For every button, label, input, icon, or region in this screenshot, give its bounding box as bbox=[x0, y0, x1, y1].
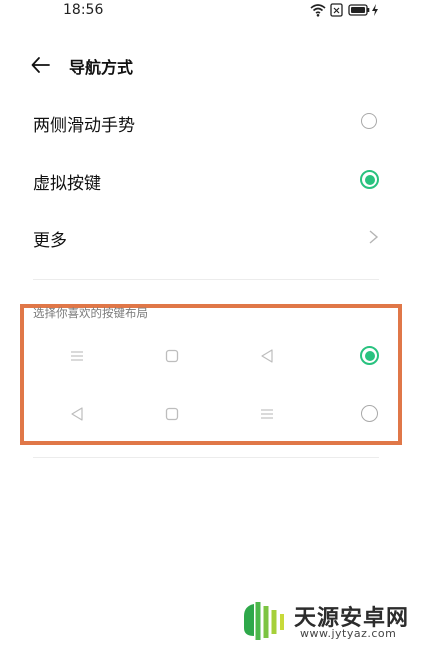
radio-unselected[interactable] bbox=[361, 405, 378, 422]
back-triangle-icon bbox=[68, 405, 86, 423]
page-header: 导航方式 bbox=[0, 48, 429, 84]
menu-icon bbox=[258, 405, 276, 423]
divider bbox=[33, 457, 379, 458]
layout-section-label: 选择你喜欢的按键布局 bbox=[33, 306, 148, 320]
divider bbox=[33, 279, 379, 280]
radio-selected[interactable] bbox=[360, 170, 379, 189]
watermark: 天源安卓网 www.jytyaz.com bbox=[238, 600, 424, 644]
android-logo-icon bbox=[244, 602, 284, 640]
charging-icon bbox=[372, 4, 378, 16]
status-bar: 18:56 bbox=[0, 0, 429, 26]
radio-selected[interactable] bbox=[360, 346, 379, 365]
radio-unselected[interactable] bbox=[361, 113, 377, 129]
status-time: 18:56 bbox=[63, 2, 104, 18]
option-virtual-keys[interactable]: 虚拟按键 bbox=[0, 160, 429, 200]
back-arrow-icon[interactable] bbox=[30, 54, 52, 76]
sim-icon bbox=[330, 3, 343, 17]
back-triangle-icon bbox=[258, 347, 276, 365]
home-square-icon bbox=[163, 405, 181, 423]
option-label: 两侧滑动手势 bbox=[33, 116, 135, 136]
option-swipe-gestures[interactable]: 两侧滑动手势 bbox=[0, 102, 429, 142]
watermark-url: www.jytyaz.com bbox=[300, 627, 397, 640]
home-square-icon bbox=[163, 347, 181, 365]
option-label: 虚拟按键 bbox=[33, 174, 101, 194]
option-label: 更多 bbox=[33, 231, 67, 251]
wifi-icon bbox=[310, 4, 326, 17]
menu-icon bbox=[68, 347, 86, 365]
layout-option-2[interactable] bbox=[0, 399, 429, 429]
battery-icon bbox=[348, 4, 370, 16]
chevron-right-icon bbox=[369, 230, 379, 244]
layout-option-1[interactable] bbox=[0, 341, 429, 371]
option-more[interactable]: 更多 bbox=[0, 217, 429, 257]
page-title: 导航方式 bbox=[69, 58, 134, 77]
